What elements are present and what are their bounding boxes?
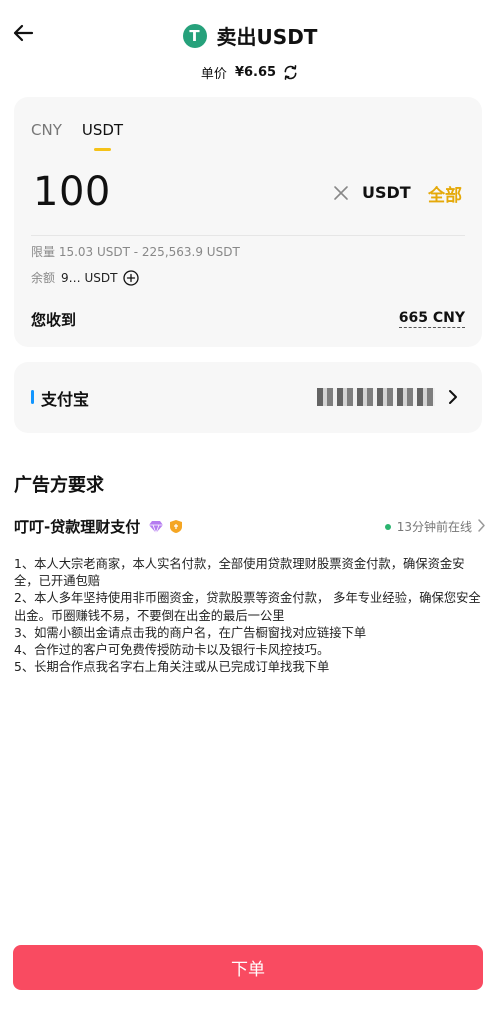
alipay-color-bar xyxy=(31,390,34,404)
terms-item: 1、本人大宗老商家，本人实名付款，全部使用贷款理财股票资金付款，确保资金安全，已… xyxy=(14,557,465,589)
title-wrap: T 卖出USDT xyxy=(0,21,500,50)
chevron-right-icon[interactable] xyxy=(446,388,460,406)
page-title: 卖出USDT xyxy=(216,25,318,49)
all-button[interactable]: 全部 xyxy=(428,181,462,206)
limit-text: 限量 15.03 USDT - 225,563.9 USDT xyxy=(31,245,240,259)
tab-cny[interactable]: CNY xyxy=(31,121,62,139)
clear-icon[interactable] xyxy=(332,184,350,202)
chevron-right-icon[interactable] xyxy=(476,518,486,533)
account-redacted xyxy=(317,388,435,406)
tab-usdt-label: USDT xyxy=(81,121,124,139)
section-title: 广告方要求 xyxy=(14,475,104,496)
online-status: 13分钟前在线 xyxy=(384,518,472,535)
place-order-button[interactable]: 下单 xyxy=(13,945,483,990)
terms-item: 4、合作过的客户可免费传授防动卡以及银行卡风控技巧。 xyxy=(14,643,330,658)
merchant-name[interactable]: 叮叮-贷款理财支付 xyxy=(14,516,140,537)
advertiser-terms: 1、本人大宗老商家，本人实名付款，全部使用贷款理财股票资金付款，确保资金安全，已… xyxy=(14,556,486,676)
diamond-badge-icon xyxy=(149,520,164,534)
balance-row: 余额 9… USDT xyxy=(31,269,140,286)
payment-method-label: 支付宝 xyxy=(41,390,90,409)
header: T 卖出USDT xyxy=(0,0,500,64)
online-dot xyxy=(384,523,391,530)
balance-label: 余额 xyxy=(31,271,56,285)
terms-item: 5、长期合作点我名字右上角关注或从已完成订单找我下单 xyxy=(14,660,330,675)
terms-item: 3、如需小额出金请点击我的商户名，在广告橱窗找对应链接下单 xyxy=(14,625,367,640)
amount-unit: USDT xyxy=(362,183,411,202)
tab-usdt[interactable]: USDT xyxy=(81,121,124,151)
currency-tabs: CNY USDT xyxy=(31,121,143,151)
tether-logo-icon: T xyxy=(182,23,207,48)
amount-card: CNY USDT 100 USDT 全部 限量 15.03 USDT - 225… xyxy=(14,97,482,347)
active-tab-indicator xyxy=(93,148,111,151)
refresh-icon[interactable] xyxy=(282,64,299,81)
unit-price-value: ¥6.65 xyxy=(234,65,277,80)
terms-item: 2、本人多年坚持使用非币圈资金，贷款股票等资金付款， 多年专业经验，确保您安全出… xyxy=(14,591,481,623)
shield-badge-icon xyxy=(170,520,183,533)
divider xyxy=(31,235,465,236)
online-status-text: 13分钟前在线 xyxy=(396,520,472,534)
amount-input[interactable]: 100 xyxy=(33,169,111,215)
balance-value: 9… USDT xyxy=(61,270,118,285)
receive-value: 665 CNY xyxy=(398,310,465,328)
payment-method-card[interactable]: 支付宝 xyxy=(14,362,482,433)
add-circle-icon[interactable] xyxy=(123,269,140,286)
receive-label: 您收到 xyxy=(31,311,77,329)
merchant-name-row[interactable]: 叮叮-贷款理财支付 xyxy=(14,516,183,537)
unit-price-label: 单价 xyxy=(200,67,227,82)
unit-price-row: 单价 ¥6.65 xyxy=(0,63,500,82)
